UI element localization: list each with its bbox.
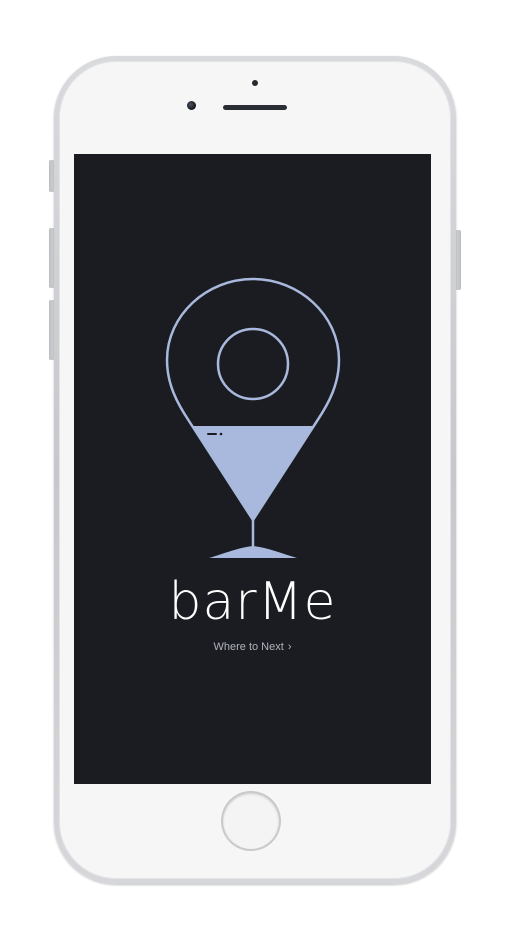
where-to-next-label: Where to Next bbox=[213, 641, 284, 653]
phone-face: barMe Where to Next › bbox=[59, 61, 451, 879]
app-screen: barMe Where to Next › bbox=[74, 154, 431, 784]
stage: barMe Where to Next › bbox=[0, 0, 512, 942]
glass-base bbox=[209, 546, 297, 558]
pin-ring bbox=[216, 327, 290, 401]
phone-device: barMe Where to Next › bbox=[54, 56, 456, 884]
app-title: barMe bbox=[168, 572, 337, 632]
home-button[interactable] bbox=[223, 793, 279, 849]
proximity-sensor bbox=[252, 80, 258, 86]
where-to-next-link[interactable]: Where to Next › bbox=[74, 640, 431, 654]
front-camera-icon bbox=[187, 101, 196, 110]
map-pin-cocktail-glass-icon bbox=[165, 277, 341, 558]
chevron-right-icon: › bbox=[287, 641, 292, 653]
glass-liquid bbox=[167, 426, 339, 520]
earpiece-speaker bbox=[223, 105, 287, 110]
